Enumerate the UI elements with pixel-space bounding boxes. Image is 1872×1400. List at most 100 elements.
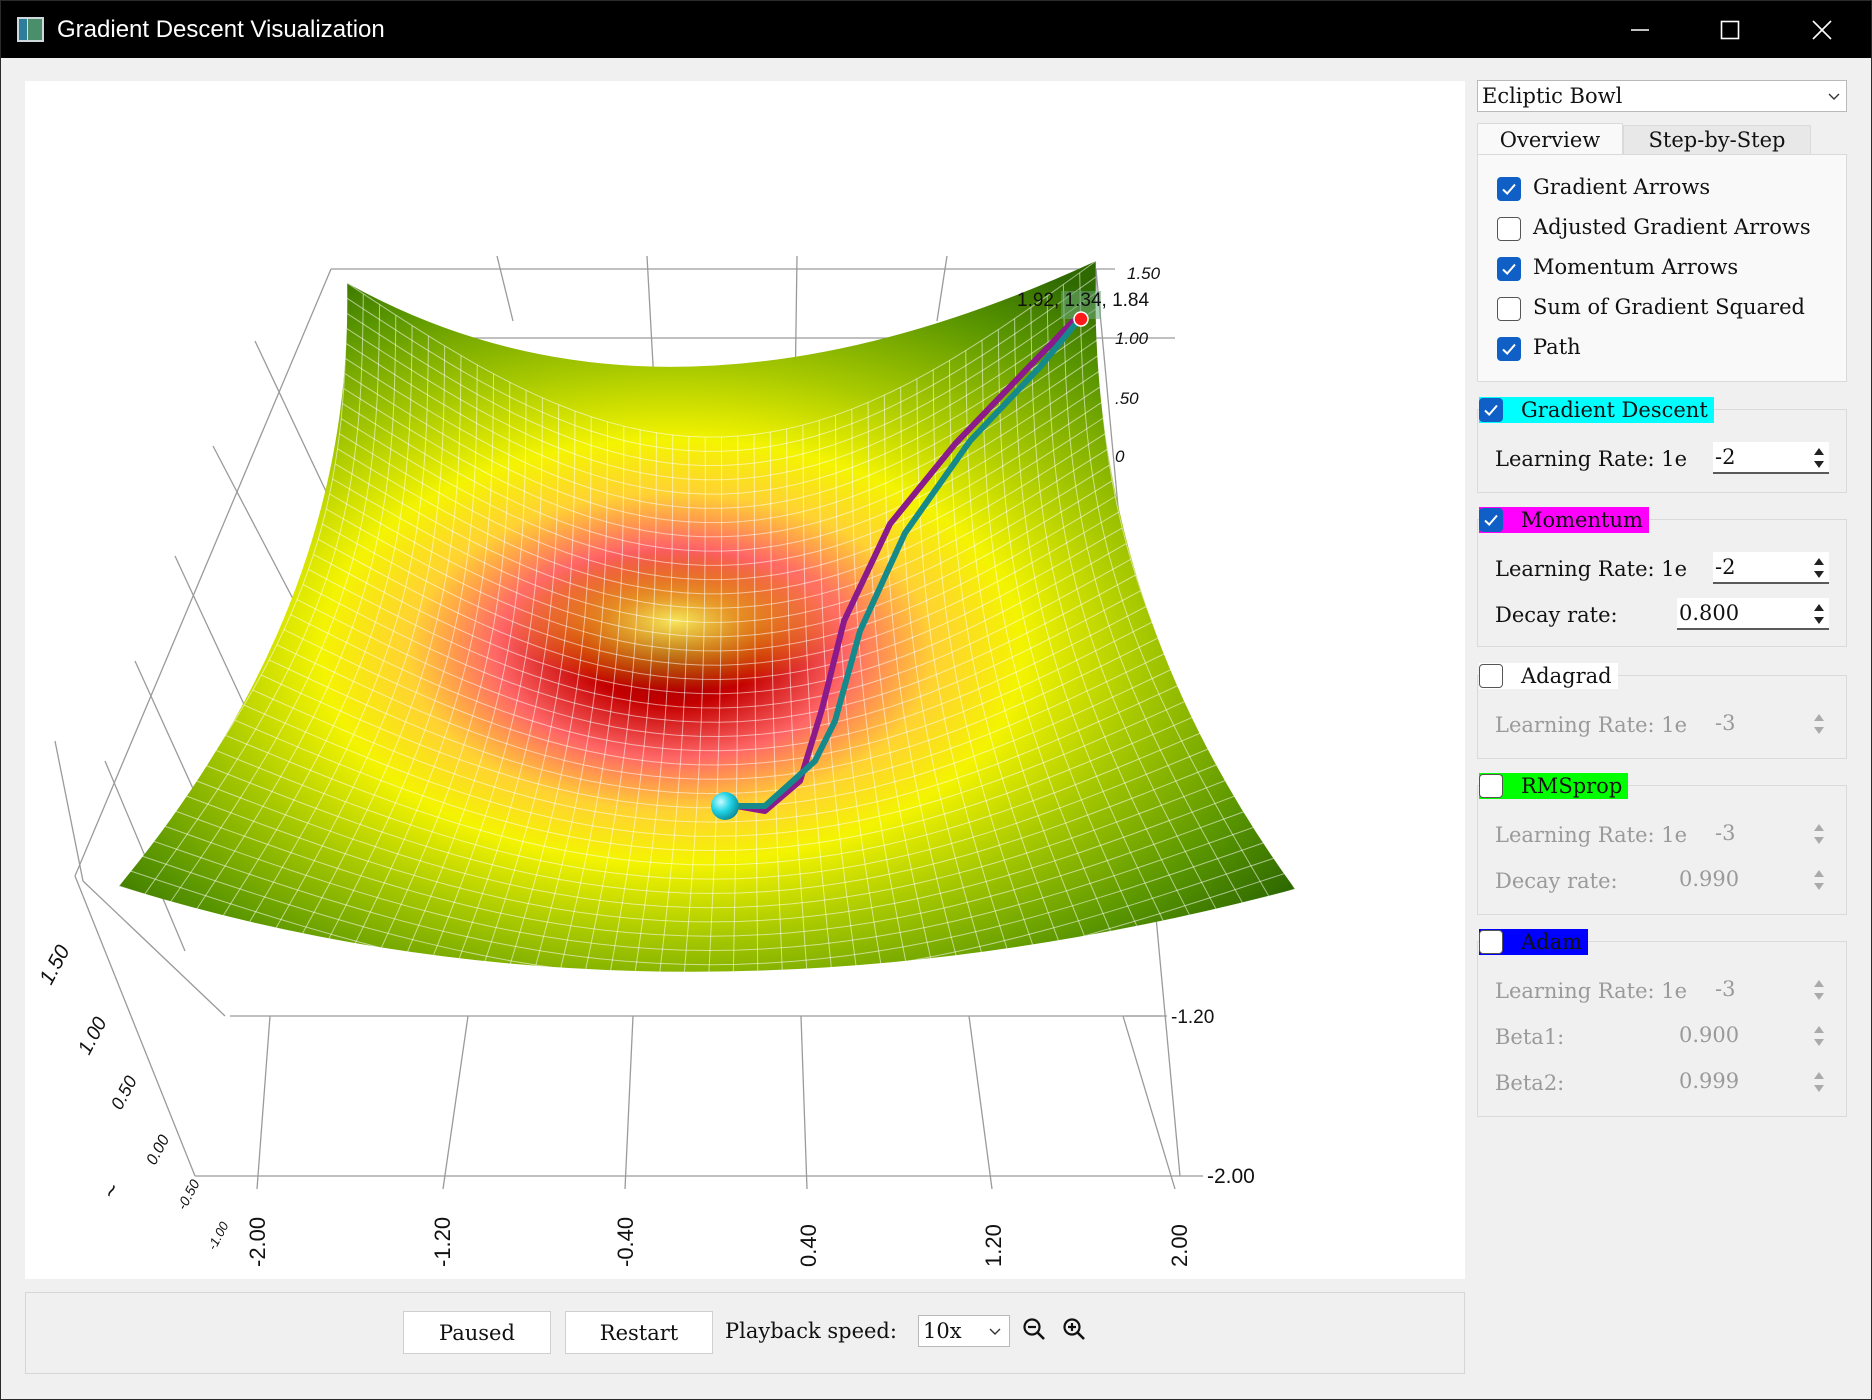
title-bar: Gradient Descent Visualization xyxy=(1,1,1871,58)
option-label: Path xyxy=(1533,335,1581,359)
minimize-icon xyxy=(1631,28,1649,31)
left-tick: 0.50 xyxy=(107,1073,141,1113)
adagrad-learning-rate-spinbox: -3 xyxy=(1713,708,1829,740)
x-tick: -2.00 xyxy=(245,1217,270,1267)
gd-learning-rate-spinbox[interactable]: -2 xyxy=(1713,442,1829,474)
adagrad-learning-rate-value: -3 xyxy=(1715,711,1736,735)
momentum-decay-spinbox[interactable]: 0.800 xyxy=(1677,598,1829,630)
function-select-value: Ecliptic Bowl xyxy=(1482,84,1623,108)
left-axis-fragment: ~ xyxy=(96,1179,126,1204)
left-tick: 1.50 xyxy=(35,941,75,988)
spin-arrows-icon[interactable] xyxy=(1811,600,1827,628)
maximize-button[interactable] xyxy=(1685,1,1775,58)
adagrad-learning-rate-label: Learning Rate: 1e xyxy=(1495,713,1688,737)
momentum-decay-value: 0.800 xyxy=(1679,601,1740,625)
left-tick: -0.50 xyxy=(174,1177,203,1213)
zoom-in-icon[interactable] xyxy=(1062,1317,1088,1343)
gradient-descent-label: Gradient Descent xyxy=(1521,398,1708,422)
maximize-icon xyxy=(1720,20,1740,39)
adam-learning-rate-spinbox: -3 xyxy=(1713,974,1829,1006)
start-point xyxy=(1073,311,1089,327)
z-tick: 1.00 xyxy=(1115,329,1149,348)
function-select[interactable]: Ecliptic Bowl xyxy=(1477,80,1847,112)
spin-arrows-icon[interactable] xyxy=(1811,444,1827,472)
tab-step-by-step[interactable]: Step-by-Step xyxy=(1623,125,1811,155)
option-label: Momentum Arrows xyxy=(1533,255,1739,279)
momentum-checkbox[interactable] xyxy=(1479,508,1503,532)
option-checkbox[interactable] xyxy=(1497,217,1521,241)
adam-beta2-value: 0.999 xyxy=(1679,1069,1740,1093)
rmsprop-decay-value: 0.990 xyxy=(1679,867,1740,891)
adam-beta1-spinbox: 0.900 xyxy=(1677,1020,1829,1052)
option-label: Sum of Gradient Squared xyxy=(1533,295,1805,319)
playback-speed-value: 10x xyxy=(923,1319,962,1343)
option-checkbox[interactable] xyxy=(1497,177,1521,201)
spin-arrows-icon[interactable] xyxy=(1811,554,1827,582)
momentum-learning-rate-value: -2 xyxy=(1715,555,1736,579)
adam-checkbox[interactable] xyxy=(1479,930,1503,954)
gd-learning-rate-value: -2 xyxy=(1715,445,1736,469)
option-label: Gradient Arrows xyxy=(1533,175,1711,199)
close-button[interactable] xyxy=(1777,1,1867,58)
adagrad-checkbox[interactable] xyxy=(1479,664,1503,688)
spin-arrows-icon xyxy=(1814,870,1824,890)
gd-learning-rate-label: Learning Rate: 1e xyxy=(1495,447,1688,471)
spin-arrows-icon xyxy=(1814,980,1824,1000)
gradient-descent-checkbox[interactable] xyxy=(1479,398,1503,422)
rmsprop-decay-label: Decay rate: xyxy=(1495,869,1618,893)
chevron-down-icon xyxy=(1828,93,1840,100)
window-title: Gradient Descent Visualization xyxy=(57,16,385,43)
surface-plot-viewport[interactable]: 1.92, 1.34, 1.84 1.50 1.00 .50 0 -1.20 -… xyxy=(25,81,1465,1279)
pause-button[interactable]: Paused xyxy=(403,1311,551,1354)
overview-options-panel: Gradient Arrows Adjusted Gradient Arrows M… xyxy=(1477,154,1847,382)
rmsprop-learning-rate-label: Learning Rate: 1e xyxy=(1495,823,1688,847)
momentum-title: Momentum xyxy=(1479,507,1649,533)
x-tick: 0.40 xyxy=(796,1224,821,1267)
adam-label: Adam xyxy=(1521,930,1583,954)
option-checkbox[interactable] xyxy=(1497,297,1521,321)
tab-overview[interactable]: Overview xyxy=(1477,123,1623,155)
optimizer-ball[interactable] xyxy=(711,792,739,820)
momentum-label: Momentum xyxy=(1521,508,1643,532)
minimize-button[interactable] xyxy=(1595,1,1685,58)
left-tick: -1.00 xyxy=(204,1219,232,1253)
adam-beta2-label: Beta2: xyxy=(1495,1071,1565,1095)
spin-arrows-icon xyxy=(1814,1072,1824,1092)
adam-learning-rate-value: -3 xyxy=(1715,977,1736,1001)
rmsprop-decay-spinbox: 0.990 xyxy=(1677,864,1829,896)
momentum-decay-label: Decay rate: xyxy=(1495,603,1618,627)
adagrad-label: Adagrad xyxy=(1521,664,1612,688)
rmsprop-label: RMSprop xyxy=(1521,774,1623,798)
y-tick: -1.20 xyxy=(1171,1007,1214,1028)
momentum-learning-rate-spinbox[interactable]: -2 xyxy=(1713,552,1829,584)
option-label: Adjusted Gradient Arrows xyxy=(1533,215,1811,239)
spin-arrows-icon xyxy=(1814,1026,1824,1046)
point-coordinate-label: 1.92, 1.34, 1.84 xyxy=(1017,290,1149,311)
left-tick: 1.00 xyxy=(74,1014,112,1059)
loss-surface[interactable] xyxy=(119,261,1295,1008)
spin-arrows-icon xyxy=(1814,824,1824,844)
spin-arrows-icon xyxy=(1814,714,1824,734)
adam-beta1-label: Beta1: xyxy=(1495,1025,1565,1049)
option-checkbox[interactable] xyxy=(1497,337,1521,361)
playback-speed-label: Playback speed: xyxy=(725,1319,897,1343)
app-window: Gradient Descent Visualization 1.92, 1.3… xyxy=(0,0,1872,1400)
rmsprop-learning-rate-value: -3 xyxy=(1715,821,1736,845)
app-icon xyxy=(17,17,44,42)
chevron-down-icon xyxy=(989,1328,1001,1335)
rmsprop-checkbox[interactable] xyxy=(1479,774,1503,798)
adam-beta2-spinbox: 0.999 xyxy=(1677,1066,1829,1098)
adam-learning-rate-label: Learning Rate: 1e xyxy=(1495,979,1688,1003)
z-tick: 0 xyxy=(1115,447,1125,466)
x-tick: -0.40 xyxy=(613,1217,638,1267)
z-tick: 1.50 xyxy=(1127,264,1161,283)
restart-button[interactable]: Restart xyxy=(565,1311,713,1354)
zoom-out-icon[interactable] xyxy=(1022,1317,1048,1343)
x-tick: 2.00 xyxy=(1167,1224,1192,1267)
playback-speed-select[interactable]: 10x xyxy=(918,1315,1010,1347)
option-checkbox[interactable] xyxy=(1497,257,1521,281)
left-tick: 0.00 xyxy=(144,1132,174,1168)
playback-controls: Paused Restart Playback speed: 10x xyxy=(25,1292,1465,1374)
surface-plot-canvas[interactable]: 1.92, 1.34, 1.84 1.50 1.00 .50 0 -1.20 -… xyxy=(25,81,1465,1279)
x-tick: -1.20 xyxy=(430,1217,455,1267)
